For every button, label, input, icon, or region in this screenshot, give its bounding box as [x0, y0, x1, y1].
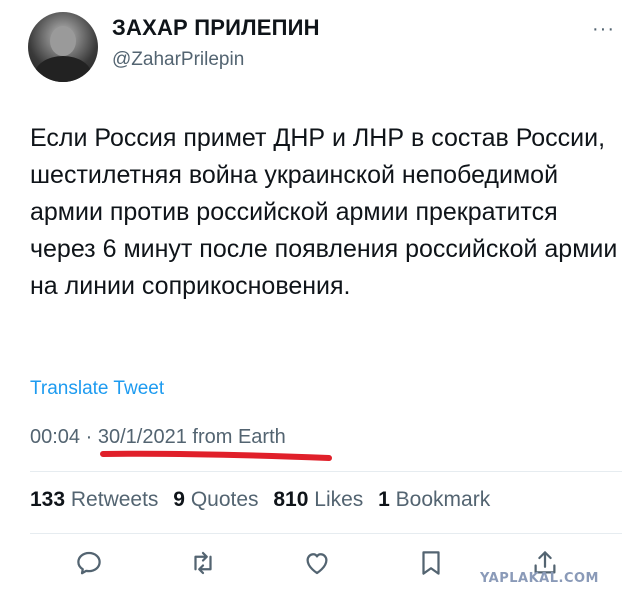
bookmarks-stat[interactable]: 1 Bookmark [378, 488, 490, 511]
retweets-label: Retweets [70, 488, 159, 511]
likes-count: 810 [273, 488, 309, 511]
tweet-date-source[interactable]: 30/1/2021 from Earth [98, 426, 286, 448]
like-icon [306, 553, 328, 575]
retweets-stat[interactable]: 133 Retweets [30, 488, 158, 511]
retweet-button[interactable] [188, 548, 222, 582]
red-underline-mark [100, 450, 332, 461]
avatar-head [50, 26, 76, 56]
quotes-label: Quotes [190, 488, 259, 511]
avatar[interactable] [28, 12, 98, 82]
author-name[interactable]: ЗАХАР ПРИЛЕПИН [112, 15, 320, 41]
reply-icon [77, 551, 101, 575]
tweet-text: Если Россия примет ДНР и ЛНР в состав Ро… [30, 124, 618, 300]
divider-bottom [30, 533, 622, 534]
bookmark-button[interactable] [416, 548, 450, 582]
tweet-time[interactable]: 00:04 [30, 426, 80, 448]
avatar-shoulders [34, 56, 92, 82]
likes-stat[interactable]: 810 Likes [273, 488, 363, 511]
divider-top [30, 471, 622, 472]
bookmarks-label: Bookmark [395, 488, 491, 511]
quotes-count: 9 [173, 488, 185, 511]
more-options-icon[interactable]: ··· [592, 18, 615, 41]
quotes-stat[interactable]: 9 Quotes [173, 488, 258, 511]
retweet-icon [194, 551, 212, 575]
tweet-timestamp: 00:04 · 30/1/2021 from Earth [30, 426, 286, 449]
likes-label: Likes [314, 488, 364, 511]
bookmark-icon [422, 551, 440, 575]
tweet-stats: 133 Retweets 9 Quotes 810 Likes 1 Bookma… [30, 488, 499, 512]
bookmarks-count: 1 [378, 488, 390, 511]
author-handle[interactable]: @ZaharPrilepin [112, 49, 244, 71]
meta-separator: · [85, 426, 93, 448]
site-watermark: YAPLAKAL.COM [480, 571, 599, 586]
retweets-count: 133 [30, 488, 66, 511]
reply-button[interactable] [74, 548, 108, 582]
like-button[interactable] [302, 548, 336, 582]
translate-tweet-link[interactable]: Translate Tweet [30, 378, 164, 400]
